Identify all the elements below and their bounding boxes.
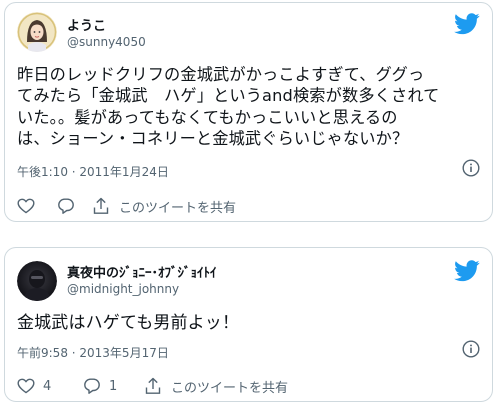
dark-photo-avatar-icon [17,261,57,301]
display-name[interactable]: ようこ [67,15,106,34]
reply-bubble-icon [84,378,100,394]
user-handle[interactable]: @sunny4050 [67,35,146,49]
display-name[interactable]: 真夜中のｼﾞｮﾆｰ･ｵﾌﾞｼﾞｮｲﾄｲ [67,262,217,281]
share-button[interactable]: このツイートを共有 [93,197,236,216]
tweet-text: 金城武はハゲても男前よッ！ [17,313,240,333]
heart-icon [17,198,35,214]
tweet-actions: 4 1 このツイートを共有 [17,375,288,397]
avatar[interactable] [17,12,57,52]
twitter-bird-icon[interactable] [454,13,480,35]
illustrated-avatar-icon [17,12,57,52]
tweet-actions: このツイートを共有 [17,195,236,217]
like-button[interactable]: 4 [17,378,83,394]
reply-bubble-icon [58,198,74,214]
like-button[interactable] [17,198,57,214]
like-count: 4 [43,378,52,394]
reply-count: 1 [109,378,118,394]
twitter-bird-icon[interactable] [454,260,480,282]
user-handle[interactable]: @midnight_johnny [67,282,179,296]
share-icon [93,197,109,214]
reply-button[interactable]: 1 [83,377,145,395]
tweet-timestamp[interactable]: 午前9:58 · 2013年5月17日 [17,344,169,361]
info-icon[interactable] [462,340,480,358]
share-label: このツイートを共有 [119,200,237,216]
share-icon [145,377,161,394]
heart-icon [17,378,35,394]
info-icon[interactable] [462,159,480,177]
share-button[interactable]: このツイートを共有 [145,377,288,396]
reply-button[interactable] [57,197,93,215]
avatar[interactable] [17,261,57,301]
tweet-timestamp[interactable]: 午後1:10 · 2011年1月24日 [17,163,169,180]
tweet-card[interactable]: ようこ @sunny4050 昨日のレッドクリフの金城武がかっこよすぎて、ググっ… [4,2,493,222]
share-label: このツイートを共有 [171,380,289,396]
tweet-text: 昨日のレッドクリフの金城武がかっこよすぎて、ググっ てみたら「金城武 ハゲ」とい… [17,65,440,148]
tweet-card[interactable]: 真夜中のｼﾞｮﾆｰ･ｵﾌﾞｼﾞｮｲﾄｲ @midnight_johnny 金城武… [4,247,493,402]
